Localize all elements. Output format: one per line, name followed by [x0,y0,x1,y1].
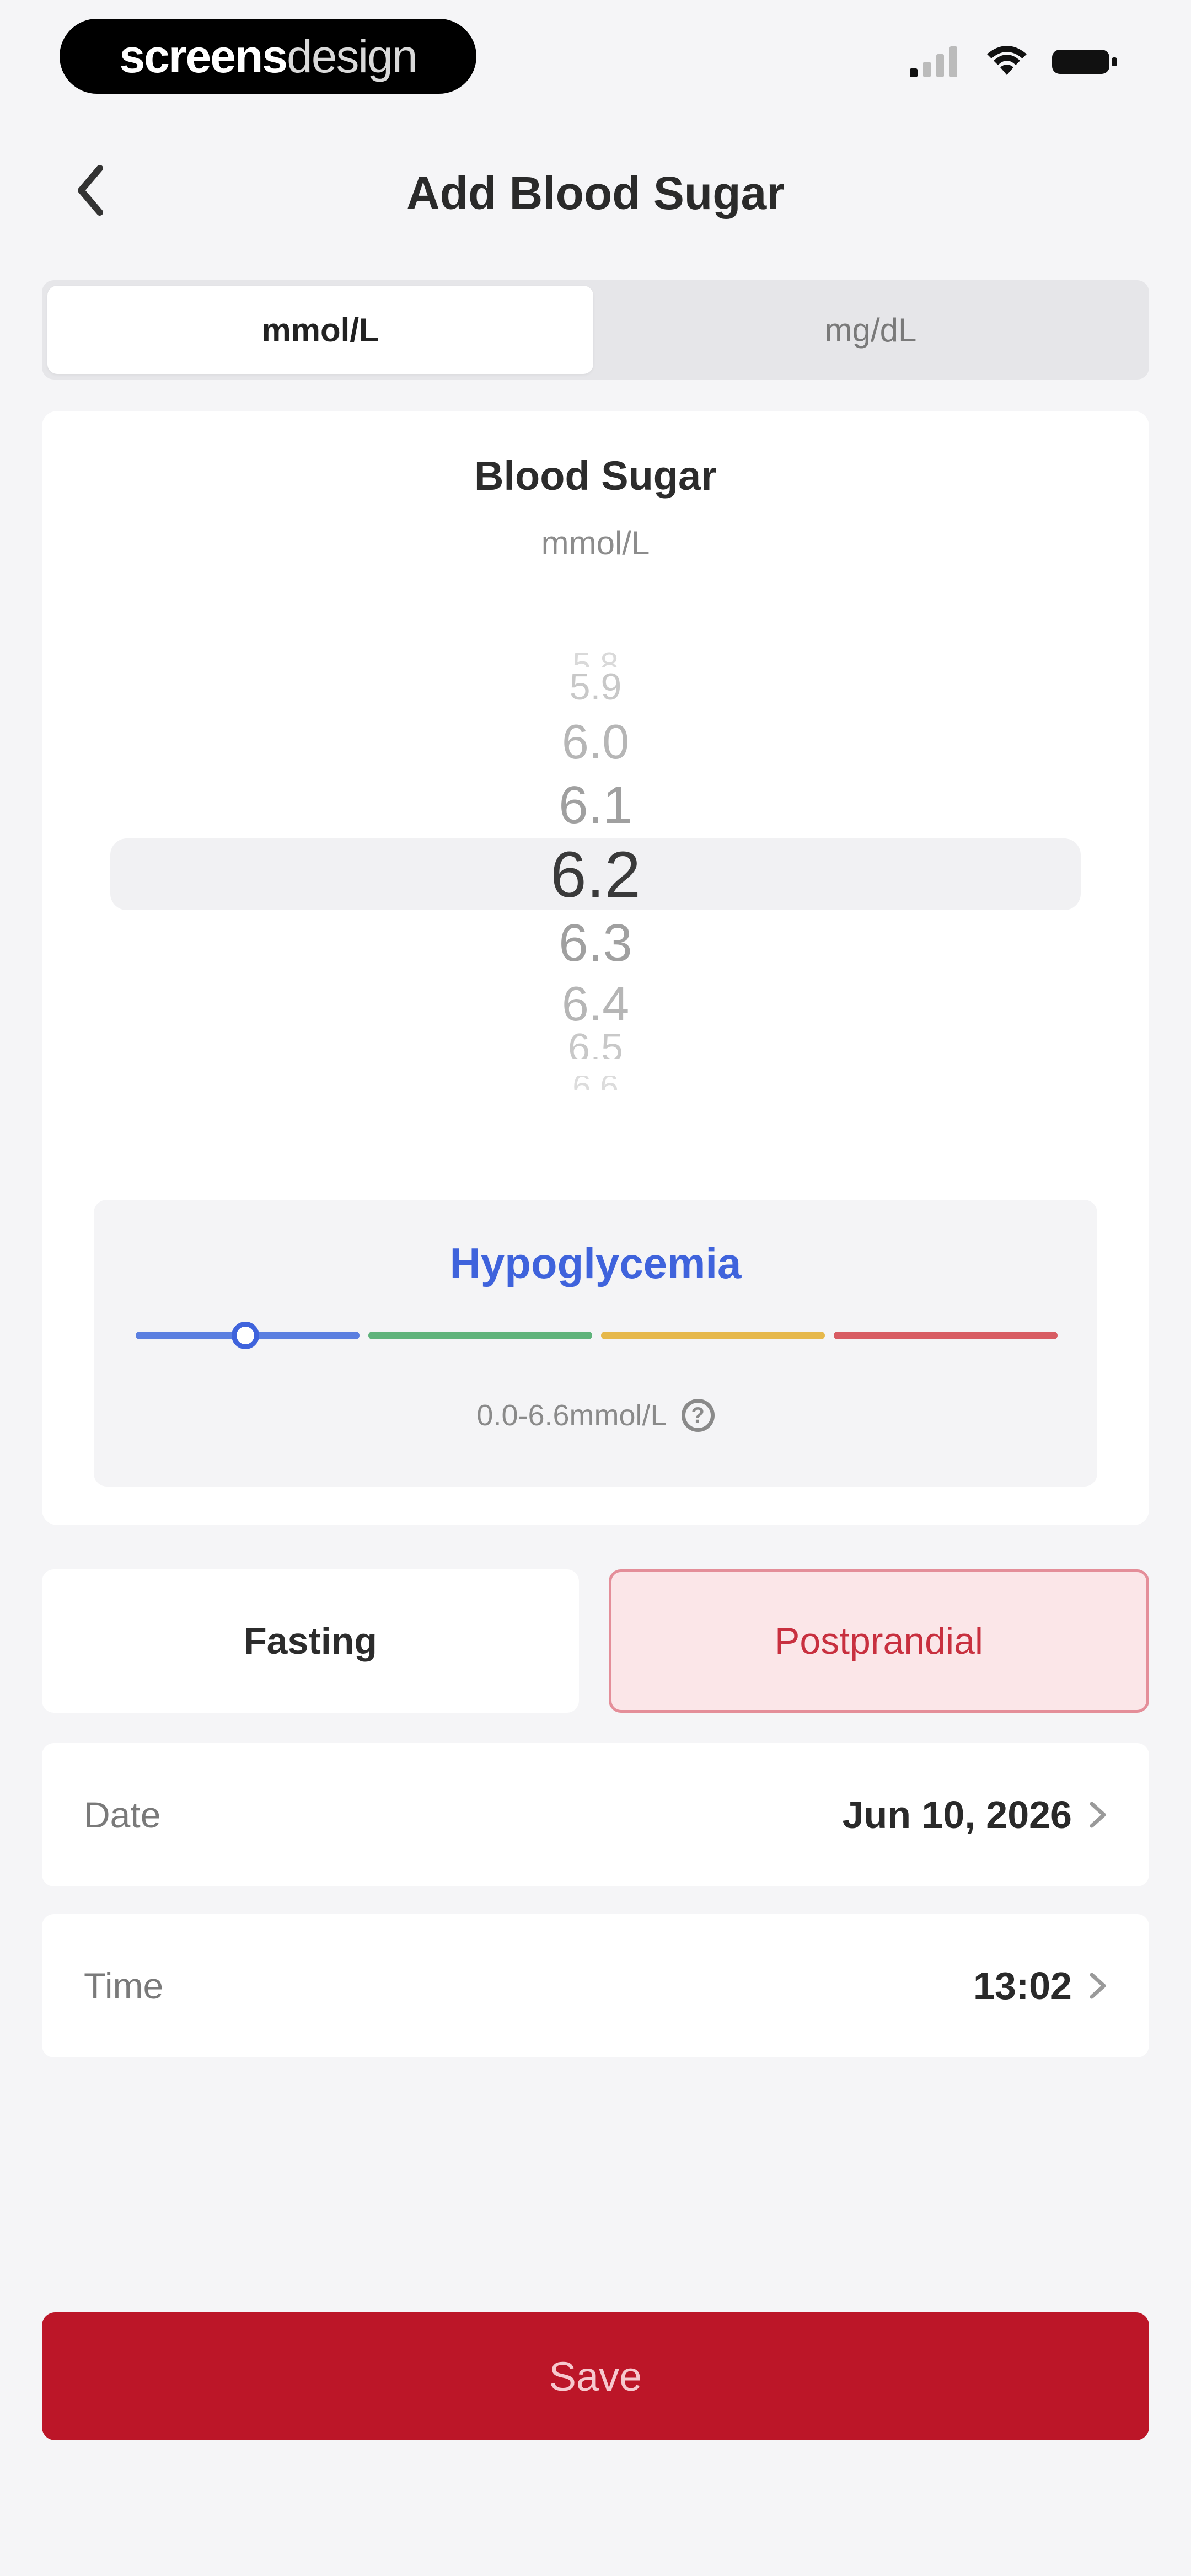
brand-bold-text: screens [119,30,288,82]
reading-title: Blood Sugar [474,453,717,499]
time-value: 13:02 [973,1964,1072,2007]
unit-segmented-control: mmol/L mg/dL [42,280,1149,380]
picker-value[interactable]: 6.5 [0,1032,1191,1059]
picker-selected-value[interactable]: 6.2 [0,841,1191,908]
date-row[interactable]: Date Jun 10, 2026 [42,1743,1149,1886]
battery-icon [1052,50,1117,74]
back-button[interactable] [65,160,115,221]
picker-value[interactable]: 5.9 [0,667,1191,706]
fasting-option[interactable]: Fasting [42,1569,579,1713]
range-marker [232,1322,259,1349]
picker-value[interactable]: 6.3 [0,916,1191,971]
time-label: Time [84,1965,164,2006]
date-label: Date [84,1794,161,1835]
unit-option-mmol[interactable]: mmol/L [47,286,593,374]
unit-option-mgdl[interactable]: mg/dL [598,286,1144,374]
page-title: Add Blood Sugar [406,167,785,219]
picker-value[interactable]: 6.1 [0,778,1191,833]
range-description: 0.0-6.6mmol/L ? [0,1398,1191,1433]
signal-icon [910,46,957,77]
chevron-right-icon [1090,1973,1106,1999]
status-icons [910,44,1119,77]
postprandial-option[interactable]: Postprandial [609,1569,1149,1713]
help-icon[interactable]: ? [681,1399,715,1432]
reading-unit: mmol/L [541,525,650,562]
picker-value[interactable]: 5.8 [0,645,1191,667]
range-bar-elevated [601,1332,825,1339]
brand-light-text: design [287,30,418,82]
wifi-icon [987,46,1027,75]
picker-value[interactable]: 6.0 [0,717,1191,767]
range-status-label: Hypoglycemia [449,1239,742,1287]
range-bar-normal [368,1332,592,1339]
range-value-text: 0.0-6.6mmol/L [476,1399,667,1432]
save-button[interactable]: Save [42,2312,1149,2440]
range-bar-high [834,1332,1058,1339]
time-row[interactable]: Time 13:02 [42,1914,1149,2057]
picker-value[interactable]: 6.6 [0,1076,1191,1090]
chevron-left-icon [78,165,103,216]
chevron-right-icon [1090,1802,1106,1828]
picker-value[interactable]: 6.4 [0,979,1191,1029]
date-value: Jun 10, 2026 [842,1793,1072,1836]
screensdesign-watermark: screens design [60,19,476,94]
